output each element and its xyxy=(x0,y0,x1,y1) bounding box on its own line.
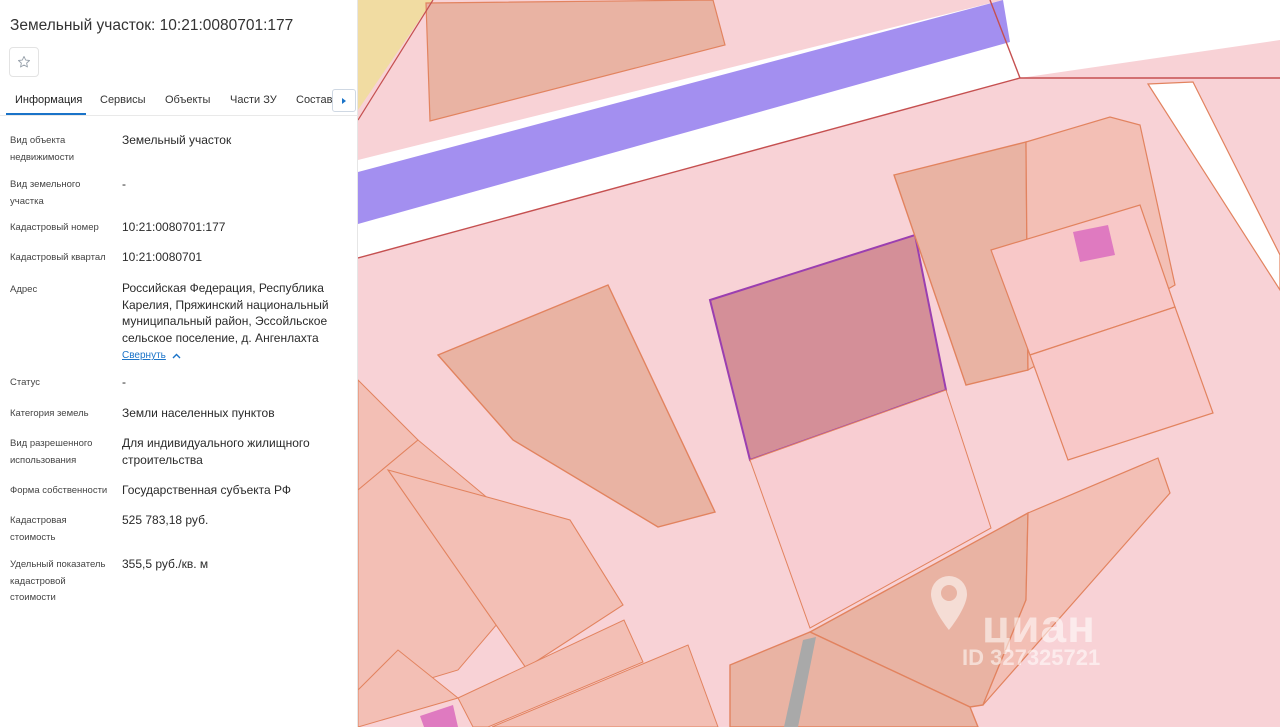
row-label-address: Адрес xyxy=(10,284,38,295)
collapse-link[interactable]: Свернуть xyxy=(122,350,181,361)
tab-parts[interactable]: Части ЗУ xyxy=(230,94,277,106)
row-value-cadastral-quarter: 10:21:0080701 xyxy=(122,250,203,264)
row-value-cadastral-value: 525 783,18 руб. xyxy=(122,513,209,527)
tabs-scroll-right-button[interactable] xyxy=(332,89,356,112)
map-yellow-zone xyxy=(358,0,433,110)
tab-services[interactable]: Сервисы xyxy=(100,94,146,106)
tab-composition[interactable]: Состав xyxy=(296,94,332,106)
caret-right-icon xyxy=(342,97,346,104)
row-value-cadastral-number: 10:21:0080701:177 xyxy=(122,220,226,234)
row-value-specific-value: 355,5 руб./кв. м xyxy=(122,557,209,571)
row-label-status: Статус xyxy=(10,377,41,388)
active-tab-indicator xyxy=(6,113,86,115)
map-canvas[interactable] xyxy=(358,0,1280,727)
row-label-cadastral-value: Кадастровая стоимость xyxy=(10,515,67,543)
location-pin-icon xyxy=(931,576,967,630)
row-label-parcel-type: Вид земельного участка xyxy=(10,179,81,207)
cadastral-map[interactable]: циан ID 327325721 xyxy=(358,0,1280,727)
favorite-button[interactable] xyxy=(9,47,39,77)
row-label-cadastral-quarter: Кадастровый квартал xyxy=(10,252,106,263)
row-value-land-category: Земли населенных пунктов xyxy=(122,406,275,420)
row-label-ownership: Форма собственности xyxy=(10,485,108,496)
collapse-label: Свернуть xyxy=(122,350,166,361)
chevron-up-icon xyxy=(172,353,181,358)
tab-bar: Информация Сервисы Объекты Части ЗУ Сост… xyxy=(0,86,358,116)
info-panel: Земельный участок: 10:21:0080701:177 Инф… xyxy=(0,0,358,727)
row-label-specific-value: Удельный показатель кадастровой стоимост… xyxy=(10,559,106,603)
row-value-address: Российская Федерация, Республика Карелия… xyxy=(122,281,329,345)
row-label-cadastral-number: Кадастровый номер xyxy=(10,222,99,233)
row-value-object-type: Земельный участок xyxy=(122,133,232,147)
row-label-land-category: Категория земель xyxy=(10,408,89,419)
row-label-object-type: Вид объекта недвижимости xyxy=(10,135,75,163)
row-value-ownership: Государственная субъекта РФ xyxy=(122,483,292,497)
row-value-parcel-type: - xyxy=(122,177,126,191)
row-label-permitted-use: Вид разрешенного использования xyxy=(10,438,93,466)
tab-objects[interactable]: Объекты xyxy=(165,94,210,106)
watermark-id: ID 327325721 xyxy=(962,645,1101,670)
row-value-permitted-use: Для индивидуального жилищного строительс… xyxy=(122,436,310,467)
page-title: Земельный участок: 10:21:0080701:177 xyxy=(10,17,294,34)
star-icon xyxy=(17,55,31,68)
map-building xyxy=(420,705,458,727)
row-value-status: - xyxy=(122,375,126,389)
tab-info[interactable]: Информация xyxy=(15,94,82,106)
